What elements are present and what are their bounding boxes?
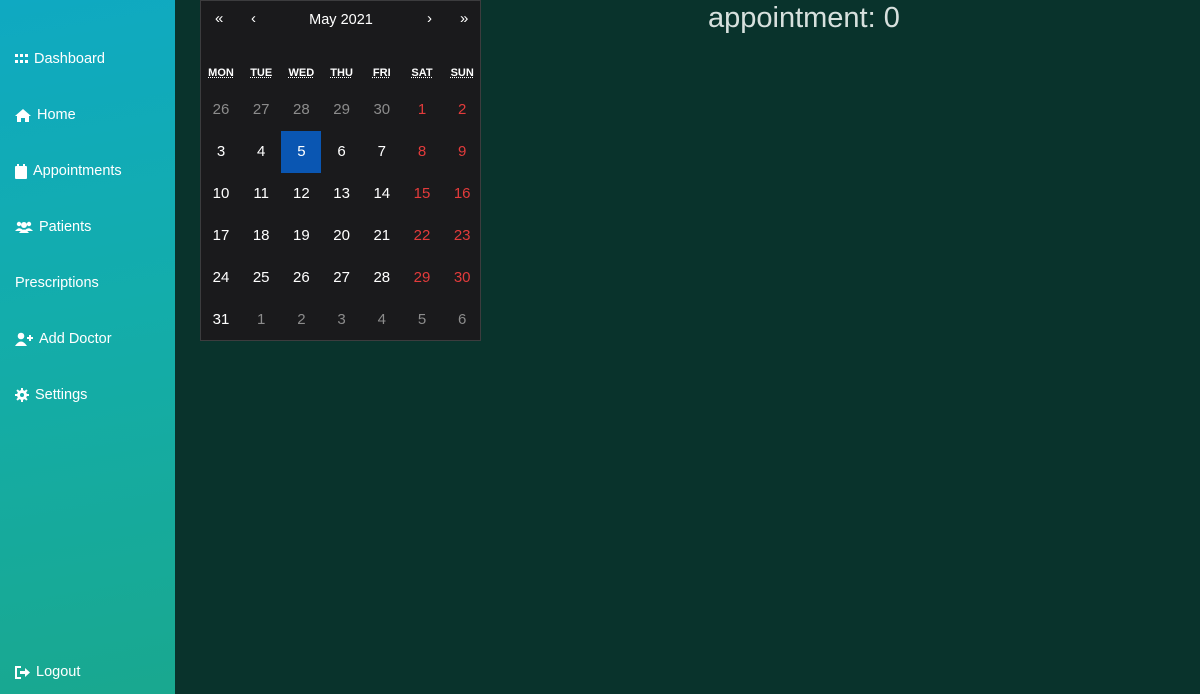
calendar-day[interactable]: 7 bbox=[362, 131, 402, 173]
calendar-day[interactable]: 21 bbox=[362, 215, 402, 257]
sidebar: Dashboard Home Appointments Patients Pre… bbox=[0, 0, 175, 694]
weekday-header: SAT bbox=[411, 67, 433, 79]
sidebar-item-label: Prescriptions bbox=[15, 275, 99, 291]
calendar-day[interactable]: 10 bbox=[201, 173, 241, 215]
calendar-day[interactable]: 27 bbox=[322, 257, 362, 299]
calendar-day[interactable]: 14 bbox=[362, 173, 402, 215]
next-month-button[interactable]: › bbox=[427, 10, 432, 27]
calendar-day[interactable]: 12 bbox=[281, 173, 321, 215]
calendar-day[interactable]: 3 bbox=[201, 131, 241, 173]
sign-out-icon bbox=[15, 665, 30, 679]
calendar-day[interactable]: 17 bbox=[201, 215, 241, 257]
calendar-day[interactable]: 19 bbox=[281, 215, 321, 257]
calendar-day[interactable]: 31 bbox=[201, 299, 241, 341]
logout-label: Logout bbox=[36, 664, 81, 680]
calendar-day[interactable]: 9 bbox=[442, 131, 482, 173]
calendar-day[interactable]: 5 bbox=[402, 299, 442, 341]
calendar-day[interactable]: 1 bbox=[241, 299, 281, 341]
weekday-header: THU bbox=[330, 67, 353, 79]
weekday-header: MON bbox=[208, 67, 234, 79]
calendar-day[interactable]: 3 bbox=[322, 299, 362, 341]
calendar-day[interactable]: 11 bbox=[241, 173, 281, 215]
weekday-header: FRI bbox=[372, 67, 391, 79]
sidebar-item-label: Settings bbox=[35, 387, 88, 403]
calendar-day[interactable]: 2 bbox=[281, 299, 321, 341]
logout-button[interactable]: Logout bbox=[15, 660, 80, 684]
calendar-day[interactable]: 1 bbox=[402, 89, 442, 131]
calendar-icon bbox=[15, 163, 27, 179]
calendar-day[interactable]: 4 bbox=[241, 131, 281, 173]
sidebar-item-dashboard[interactable]: Dashboard bbox=[15, 47, 105, 71]
sidebar-item-prescriptions[interactable]: Prescriptions bbox=[15, 271, 99, 295]
home-icon bbox=[15, 108, 31, 122]
sidebar-item-label: Dashboard bbox=[34, 51, 105, 67]
calendar-day[interactable]: 30 bbox=[362, 89, 402, 131]
calendar-day[interactable]: 6 bbox=[322, 131, 362, 173]
calendar-day[interactable]: 27 bbox=[241, 89, 281, 131]
prev-month-button[interactable]: ‹ bbox=[251, 10, 256, 27]
calendar-day[interactable]: 22 bbox=[402, 215, 442, 257]
grid-icon bbox=[15, 54, 28, 63]
calendar-day[interactable]: 30 bbox=[442, 257, 482, 299]
calendar-day[interactable]: 26 bbox=[201, 89, 241, 131]
sidebar-item-patients[interactable]: Patients bbox=[15, 215, 91, 239]
calendar-day[interactable]: 6 bbox=[442, 299, 482, 341]
weekday-header: WED bbox=[288, 67, 315, 79]
calendar-day[interactable]: 28 bbox=[362, 257, 402, 299]
calendar-day[interactable]: 13 bbox=[322, 173, 362, 215]
next-year-button[interactable]: » bbox=[460, 10, 468, 27]
calendar-day[interactable]: 20 bbox=[322, 215, 362, 257]
user-plus-icon bbox=[15, 332, 33, 346]
calendar-day[interactable]: 24 bbox=[201, 257, 241, 299]
sidebar-item-settings[interactable]: Settings bbox=[15, 383, 87, 407]
sidebar-item-label: Appointments bbox=[33, 163, 122, 179]
calendar: « ‹ May 2021 › » MON TUE WED THU FRI SAT SUN 26… bbox=[200, 0, 481, 341]
calendar-day[interactable]: 8 bbox=[402, 131, 442, 173]
sidebar-item-add-doctor[interactable]: Add Doctor bbox=[15, 327, 112, 351]
calendar-day[interactable]: 26 bbox=[281, 257, 321, 299]
users-icon bbox=[15, 221, 33, 233]
calendar-day[interactable]: 16 bbox=[442, 173, 482, 215]
calendar-day[interactable]: 5 bbox=[281, 131, 322, 173]
appointment-count: appointment: 0 bbox=[708, 2, 900, 34]
calendar-day[interactable]: 25 bbox=[241, 257, 281, 299]
sidebar-item-home[interactable]: Home bbox=[15, 103, 76, 127]
calendar-day[interactable]: 4 bbox=[362, 299, 402, 341]
calendar-month-label[interactable]: May 2021 bbox=[291, 12, 391, 28]
calendar-day[interactable]: 15 bbox=[402, 173, 442, 215]
calendar-day[interactable]: 18 bbox=[241, 215, 281, 257]
calendar-day[interactable]: 23 bbox=[442, 215, 482, 257]
prev-year-button[interactable]: « bbox=[215, 10, 223, 27]
weekday-header: TUE bbox=[250, 67, 273, 79]
weekday-header: SUN bbox=[450, 67, 474, 79]
sidebar-item-label: Add Doctor bbox=[39, 331, 112, 347]
sidebar-item-label: Home bbox=[37, 107, 76, 123]
gear-icon bbox=[15, 388, 29, 402]
calendar-day[interactable]: 28 bbox=[281, 89, 321, 131]
calendar-day[interactable]: 2 bbox=[442, 89, 482, 131]
calendar-day[interactable]: 29 bbox=[322, 89, 362, 131]
sidebar-item-appointments[interactable]: Appointments bbox=[15, 159, 122, 183]
calendar-day[interactable]: 29 bbox=[402, 257, 442, 299]
sidebar-item-label: Patients bbox=[39, 219, 92, 235]
